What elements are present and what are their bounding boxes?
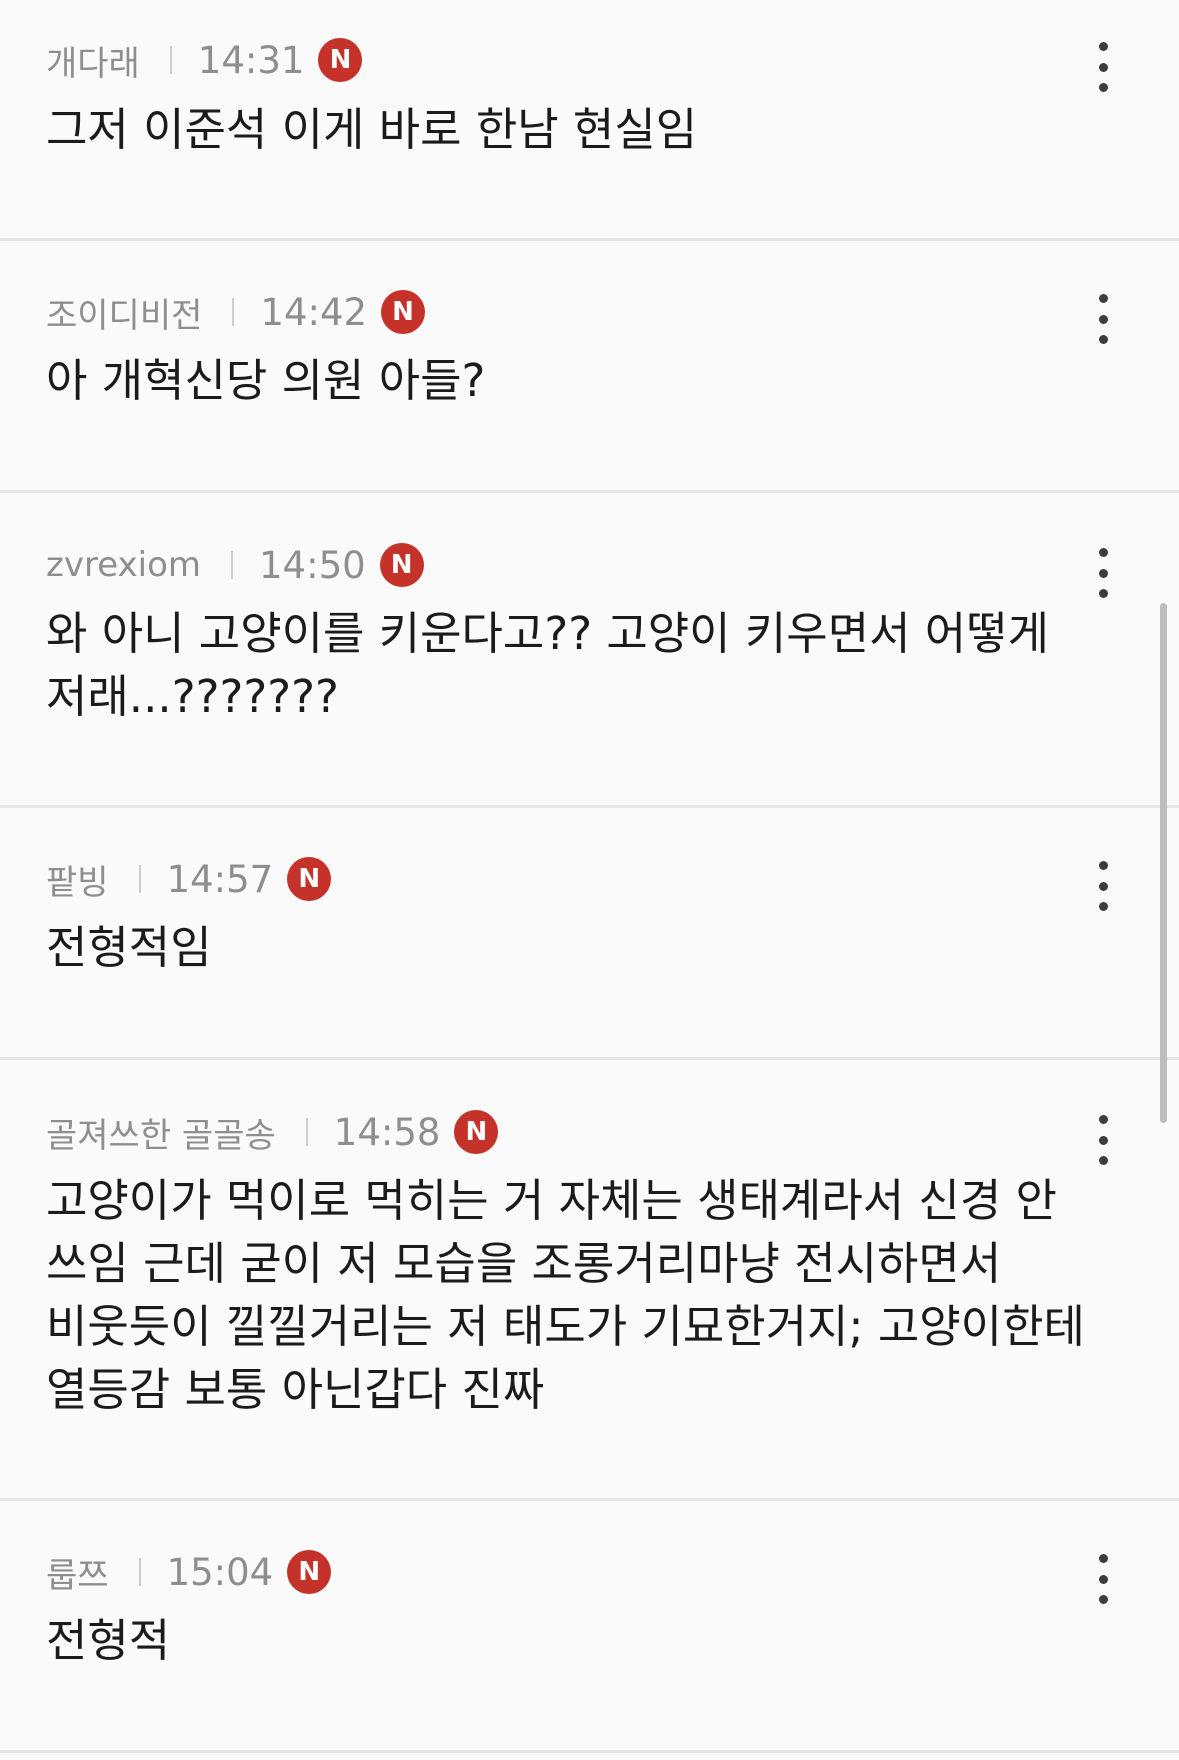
comment-text: 와 아니 고양이를 키운다고?? 고양이 키우면서 어떻게 저래...?????… xyxy=(46,607,1049,723)
comment-text: 아 개혁신당 의원 아들? xyxy=(46,354,486,407)
comment-meta: 팥빙 14:57 N xyxy=(46,855,332,904)
comment-time: 14:50 xyxy=(259,543,366,587)
more-options-button[interactable] xyxy=(1093,1554,1113,1604)
meta-divider xyxy=(138,865,141,893)
more-vertical-icon xyxy=(1098,1554,1108,1563)
meta-divider xyxy=(138,1558,141,1586)
comment-author[interactable]: 조이디비전 xyxy=(46,288,202,337)
meta-divider xyxy=(305,1118,308,1146)
new-badge-icon: N xyxy=(379,543,424,587)
comment-author[interactable]: 골져쓰한 골골송 xyxy=(46,1108,276,1157)
meta-divider xyxy=(231,551,234,579)
scrollbar-thumb[interactable] xyxy=(1160,603,1167,1123)
comment-author[interactable]: 룹쯔 xyxy=(46,1548,109,1597)
comment-text: 전형적 xyxy=(46,1614,171,1667)
more-options-button[interactable] xyxy=(1093,861,1113,911)
comment-item: 룹쯔 15:04 N 전형적 xyxy=(0,1501,1179,1753)
comment-author[interactable]: 팥빙 xyxy=(46,855,109,904)
comment-time: 14:57 xyxy=(166,857,274,901)
comment-text: 그저 이준석 이게 바로 한남 현실임 xyxy=(46,103,698,156)
comment-time: 14:58 xyxy=(333,1110,441,1154)
comment-text: 전형적임 xyxy=(46,921,212,974)
more-vertical-icon xyxy=(1098,294,1108,303)
new-badge-icon: N xyxy=(318,38,363,82)
more-vertical-icon xyxy=(1098,861,1108,870)
comment-item: 조이디비전 14:42 N 아 개혁신당 의원 아들? xyxy=(0,241,1179,493)
new-badge-icon: N xyxy=(381,290,426,334)
comment-meta: 조이디비전 14:42 N xyxy=(46,288,426,337)
comment-time: 14:31 xyxy=(197,38,305,82)
new-badge-icon: N xyxy=(454,1110,499,1154)
comment-item: 골져쓰한 골골송 14:58 N 고양이가 먹이로 먹히는 거 자체는 생태계라… xyxy=(0,1060,1179,1501)
comment-text: 고양이가 먹이로 먹히는 거 자체는 생태계라서 신경 안 쓰임 근데 굳이 저… xyxy=(46,1174,1085,1416)
meta-divider xyxy=(232,298,235,326)
new-badge-icon: N xyxy=(287,1550,332,1594)
more-options-button[interactable] xyxy=(1093,548,1113,598)
comment-meta: zvrexiom 14:50 N xyxy=(46,543,424,587)
comment-meta: 골져쓰한 골골송 14:58 N xyxy=(46,1108,499,1157)
meta-divider xyxy=(169,46,172,74)
more-vertical-icon xyxy=(1098,548,1108,557)
more-options-button[interactable] xyxy=(1093,1115,1113,1165)
more-vertical-icon xyxy=(1098,1115,1108,1124)
comment-meta: 룹쯔 15:04 N xyxy=(46,1548,332,1597)
more-options-button[interactable] xyxy=(1093,294,1113,344)
comment-item: zvrexiom 14:50 N 와 아니 고양이를 키운다고?? 고양이 키우… xyxy=(0,493,1179,808)
comment-list: 개다래 14:31 N 그저 이준석 이게 바로 한남 현실임 조이디비전 14… xyxy=(0,0,1179,1760)
new-badge-icon: N xyxy=(287,857,332,901)
comment-time: 15:04 xyxy=(166,1550,274,1594)
comment-item: 팥빙 14:57 N 전형적임 xyxy=(0,808,1179,1060)
comment-author[interactable]: zvrexiom xyxy=(46,545,201,585)
more-options-button[interactable] xyxy=(1093,42,1113,92)
comment-time: 14:42 xyxy=(260,290,368,334)
comment-author[interactable]: 개다래 xyxy=(46,36,140,85)
comment-meta: 개다래 14:31 N xyxy=(46,36,363,85)
more-vertical-icon xyxy=(1098,42,1108,51)
comment-item: 개다래 14:31 N 그저 이준석 이게 바로 한남 현실임 xyxy=(0,0,1179,241)
